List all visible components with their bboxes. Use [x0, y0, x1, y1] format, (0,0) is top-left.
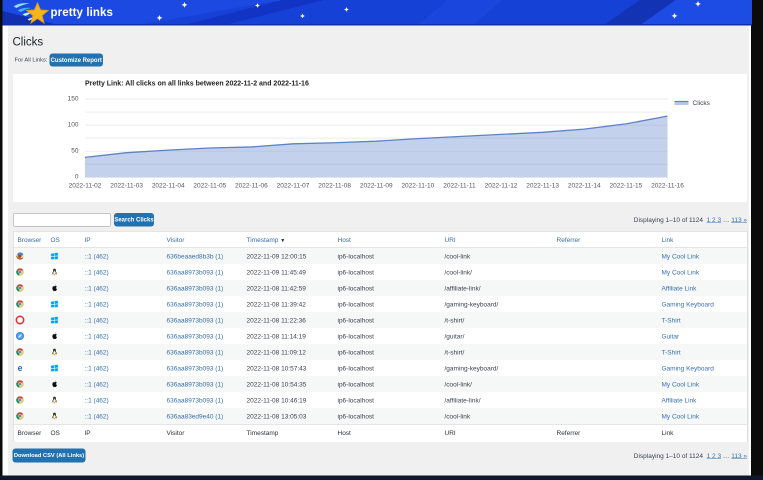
- svg-text:e: e: [18, 364, 23, 373]
